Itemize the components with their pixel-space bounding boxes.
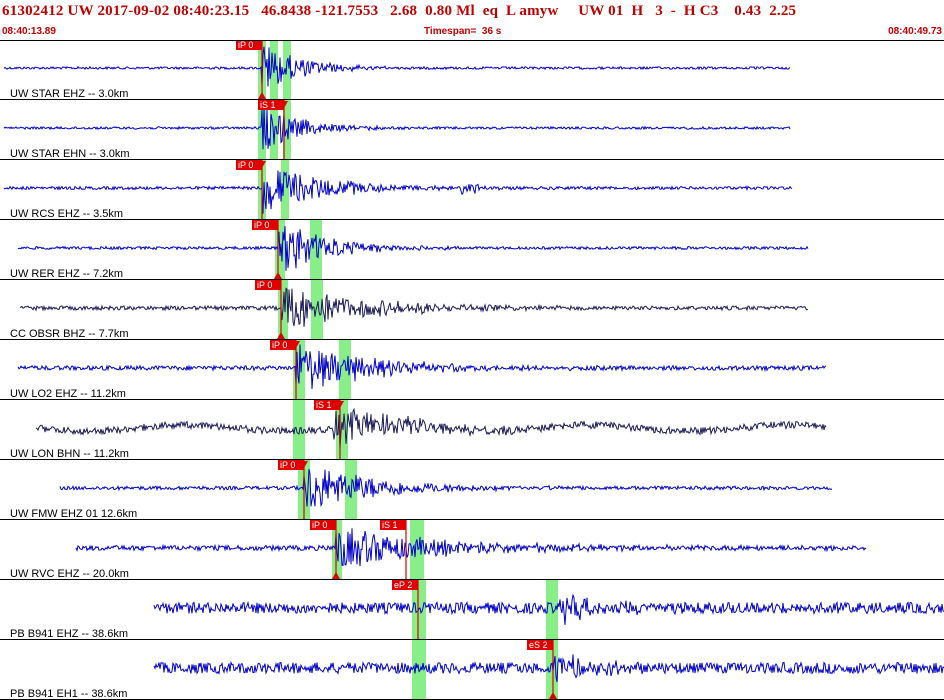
waveform: [19, 287, 809, 327]
station-label: UW FMW EHZ 01 12.6km: [10, 508, 137, 520]
seismogram-panel[interactable]: iP 0 UW STAR EHZ -- 3.0km iS 1 UW STAR EHN …: [0, 40, 944, 700]
station-label: PB B941 EH1 -- 38.6km: [10, 688, 127, 700]
pick-label: iP 0: [280, 460, 295, 470]
waveform: [59, 468, 833, 508]
pick-label: iP 0: [238, 160, 253, 170]
end-time-label: 08:40:49.73: [888, 26, 942, 37]
waveform: [3, 46, 791, 87]
trace-row[interactable]: iS 1 UW STAR EHN -- 3.0km: [0, 100, 944, 160]
trace-row[interactable]: iS 1 UW LON BHN -- 11.2km: [0, 400, 944, 460]
pick-window: [546, 580, 558, 640]
station-label: CC OBSR BHZ -- 7.7km: [10, 328, 129, 340]
trace-row[interactable]: iP 0 UW LO2 EHZ -- 11.2km: [0, 340, 944, 400]
timespan-label: Timespan= 36 s: [424, 26, 502, 37]
trace-row[interactable]: iP 0 UW RER EHZ -- 7.2km: [0, 220, 944, 280]
trace-row[interactable]: iP 0 UW FMW EHZ 01 12.6km: [0, 460, 944, 520]
station-label: UW RER EHZ -- 7.2km: [10, 268, 123, 280]
waveform: [17, 344, 827, 389]
trace-row[interactable]: iP 0 UW STAR EHZ -- 3.0km: [0, 40, 944, 100]
trace-row[interactable]: iP 0 CC OBSR BHZ -- 7.7km: [0, 280, 944, 340]
waveform: [35, 407, 827, 450]
pick-label: iP 0: [257, 280, 272, 290]
pick-label: iP 0: [254, 220, 269, 230]
pick-label: iP 0: [312, 520, 327, 530]
waveform: [17, 225, 809, 271]
waveform: [3, 107, 791, 150]
pick-label: iS 1: [382, 520, 398, 530]
pick-label: eP 2: [394, 580, 412, 590]
station-label: UW RCS EHZ -- 3.5km: [10, 208, 123, 220]
pick-window: [410, 520, 424, 580]
pick-label: iP 0: [272, 340, 287, 350]
trace-row[interactable]: iP 0 UW RCS EHZ -- 3.5km: [0, 160, 944, 220]
station-label: UW LO2 EHZ -- 11.2km: [10, 388, 126, 400]
trace-row[interactable]: eS 2 PB B941 EH1 -- 38.6km: [0, 640, 944, 700]
pick-label: iS 1: [260, 100, 276, 110]
station-label: UW STAR EHN -- 3.0km: [10, 148, 130, 160]
trace-row[interactable]: iP 0 iS 1 UW RVC EHZ -- 20.0km: [0, 520, 944, 580]
event-header: 61302412 UW 2017-09-02 08:40:23.15 46.84…: [0, 0, 944, 40]
start-time-label: 08:40:13.89: [2, 26, 56, 37]
event-title: 61302412 UW 2017-09-02 08:40:23.15 46.84…: [2, 3, 797, 19]
station-label: PB B941 EHZ -- 38.6km: [10, 628, 128, 640]
pick-label: iS 1: [316, 400, 332, 410]
station-label: UW RVC EHZ -- 20.0km: [10, 568, 129, 580]
station-label: UW STAR EHZ -- 3.0km: [10, 88, 128, 100]
waveform: [75, 528, 867, 567]
pick-window: [310, 220, 322, 280]
trace-row[interactable]: eP 2 PB B941 EHZ -- 38.6km: [0, 580, 944, 640]
station-label: UW LON BHN -- 11.2km: [10, 448, 129, 460]
pick-label: eS 2: [529, 640, 548, 650]
pick-label: iP 0: [238, 40, 253, 50]
